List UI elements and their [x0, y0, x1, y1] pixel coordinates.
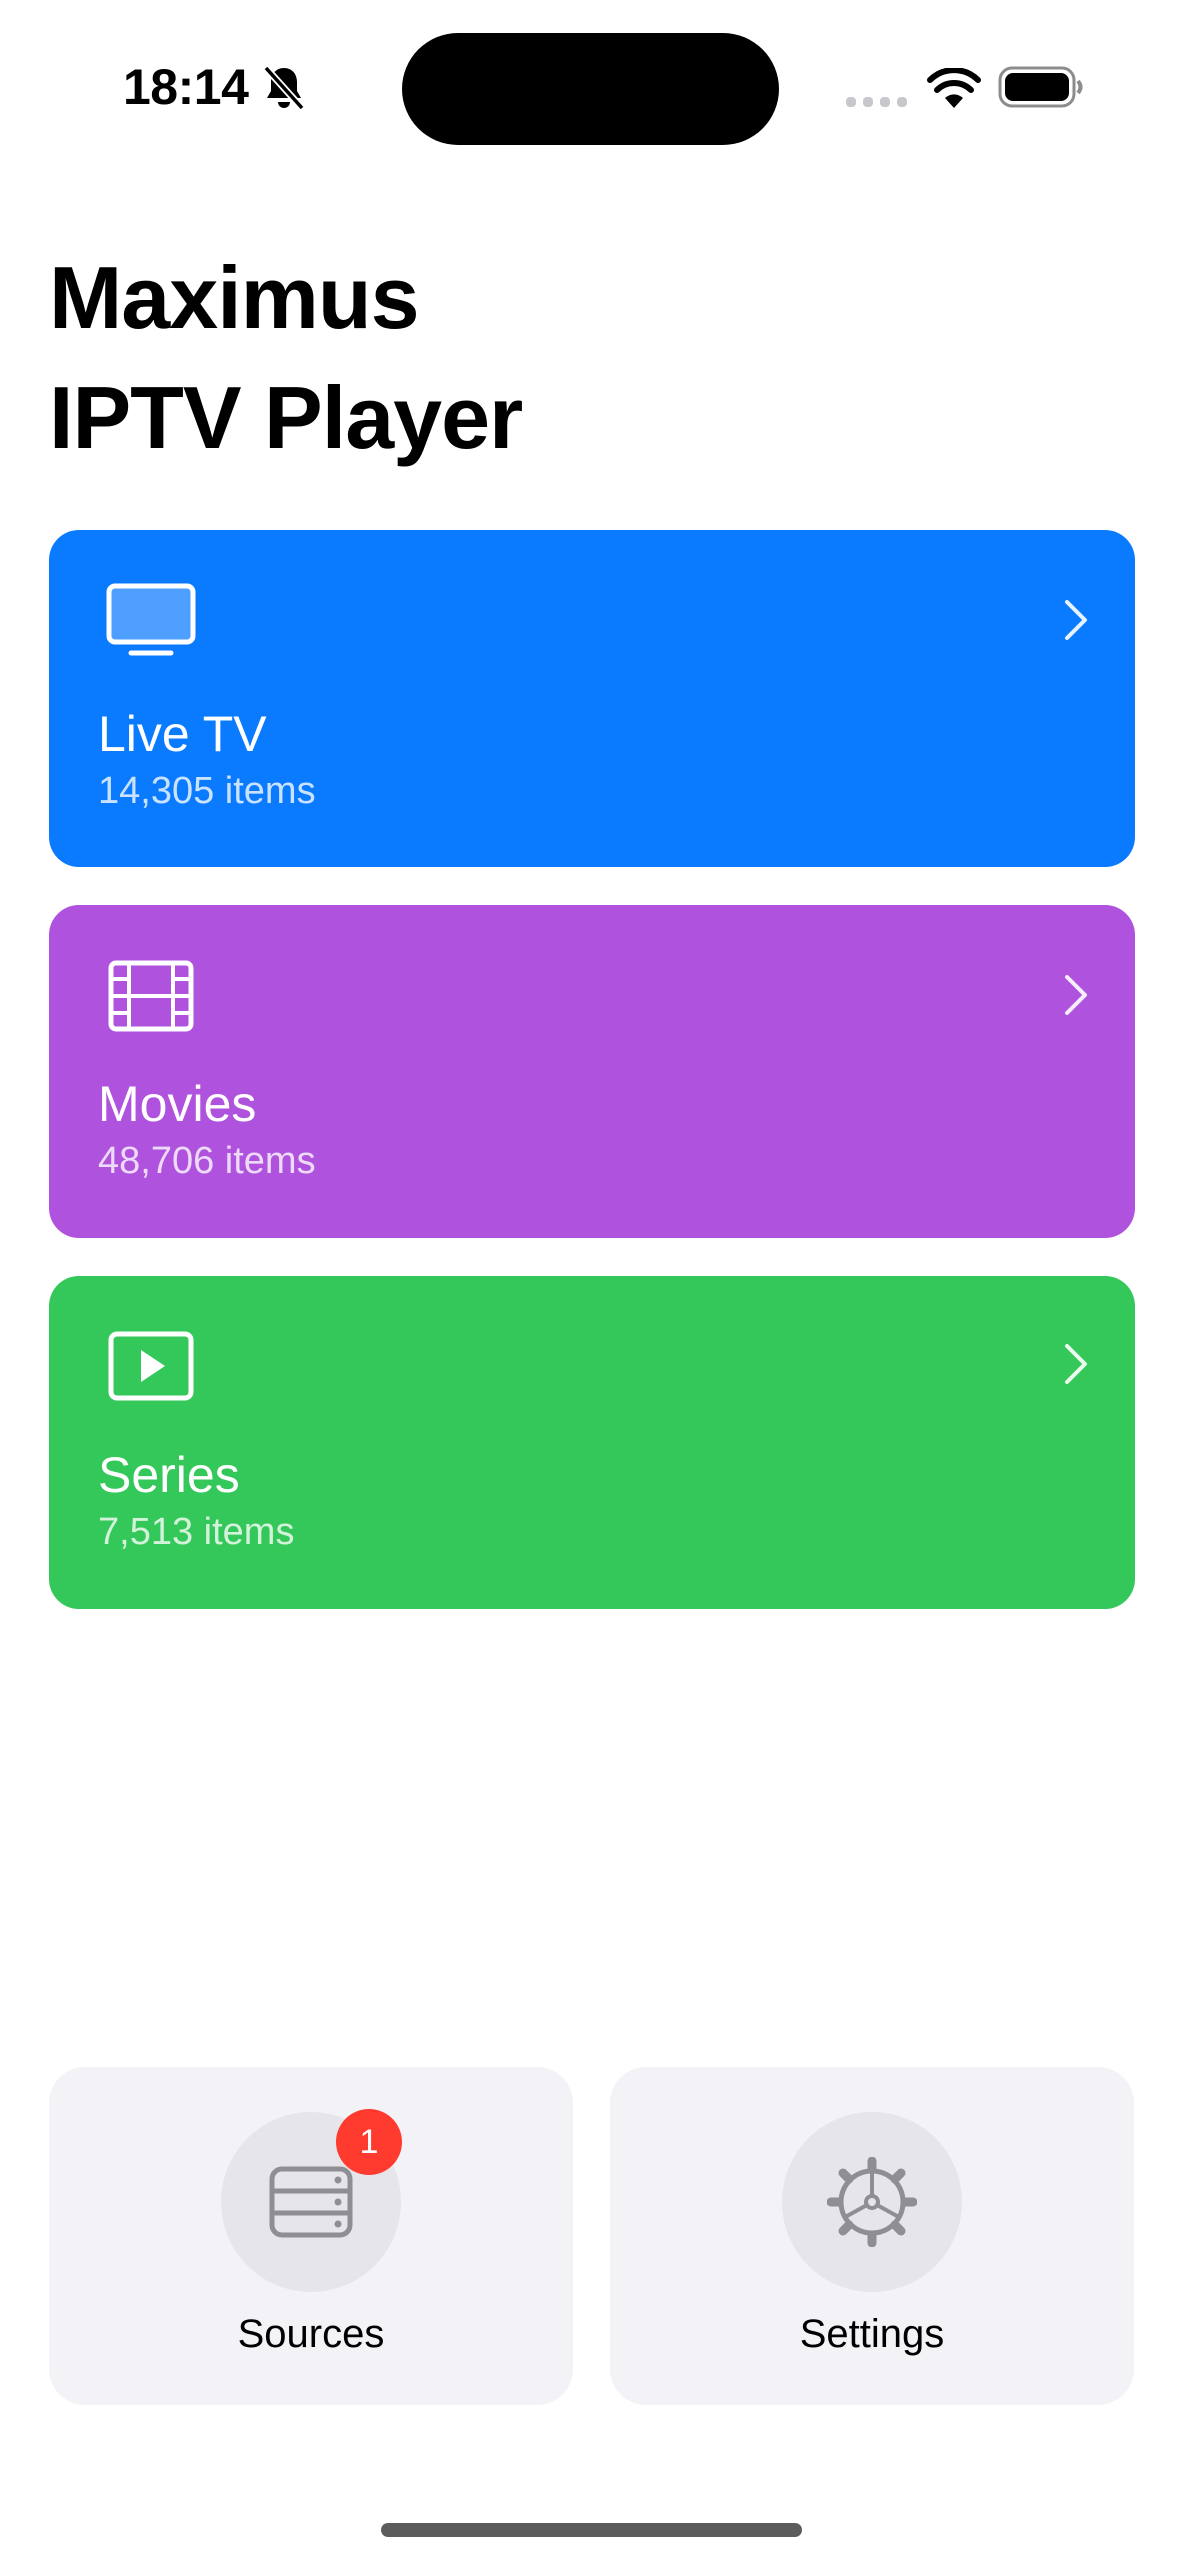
battery-icon	[998, 66, 1083, 108]
sources-label: Sources	[237, 2312, 385, 2356]
sources-badge: 1	[336, 2109, 402, 2175]
dynamic-island	[402, 33, 779, 145]
tv-icon	[106, 583, 196, 656]
live-tv-count: 14,305 items	[98, 770, 316, 812]
movies-card[interactable]: Movies 48,706 items	[49, 905, 1135, 1238]
series-title: Series	[98, 1447, 240, 1503]
play-rectangle-icon	[108, 1331, 194, 1401]
movies-title: Movies	[98, 1076, 257, 1132]
movies-count: 48,706 items	[98, 1140, 316, 1182]
live-tv-card[interactable]: Live TV 14,305 items	[49, 530, 1135, 867]
chevron-right-icon	[1065, 975, 1087, 1015]
live-tv-title: Live TV	[98, 706, 267, 762]
film-icon	[108, 960, 194, 1032]
bell-slash-icon	[263, 65, 305, 111]
status-time: 18:14	[123, 59, 249, 115]
page-title: Maximus IPTV Player	[49, 248, 523, 467]
chevron-right-icon	[1065, 600, 1087, 640]
sources-tile[interactable]: 1 Sources	[49, 2067, 573, 2405]
settings-tile[interactable]: Settings	[610, 2067, 1134, 2405]
server-rack-icon	[269, 2166, 353, 2238]
cellular-signal-icon	[846, 97, 907, 107]
series-card[interactable]: Series 7,513 items	[49, 1276, 1135, 1609]
settings-icon-circle	[782, 2112, 962, 2292]
status-bar: 18:14	[0, 0, 1179, 150]
series-count: 7,513 items	[98, 1511, 295, 1553]
gear-icon	[827, 2157, 917, 2247]
chevron-right-icon	[1065, 1344, 1087, 1384]
wifi-icon	[927, 68, 981, 108]
home-indicator[interactable]	[381, 2523, 802, 2537]
settings-label: Settings	[799, 2312, 945, 2356]
